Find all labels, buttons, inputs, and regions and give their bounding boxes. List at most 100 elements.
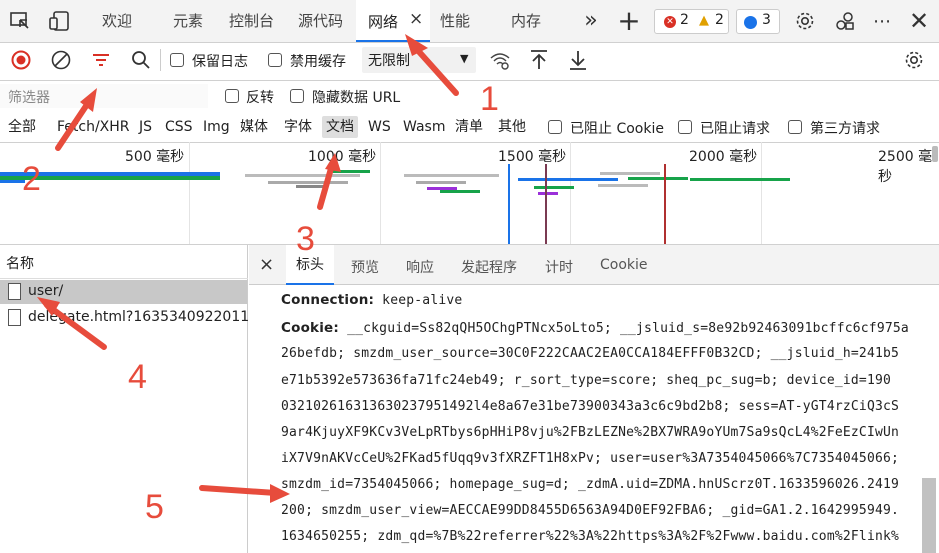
filter-icon[interactable]	[90, 49, 112, 71]
tick-label: 2000 毫秒	[689, 149, 758, 165]
divider	[0, 278, 248, 279]
more-tabs-icon[interactable]: »	[580, 8, 602, 33]
messages-badge[interactable]: 3	[736, 9, 780, 34]
error-icon: ✕	[664, 16, 676, 28]
header-value: __ckguid=Ss82qQH5OChgPTNcx5oLto5; __jslu…	[347, 321, 909, 336]
waterfall-bar	[268, 181, 348, 184]
throttle-value: 无限制	[368, 53, 410, 69]
third-party-checkbox[interactable]	[788, 120, 802, 134]
type-wasm[interactable]: Wasm	[403, 116, 445, 138]
add-tab-icon[interactable]: +	[617, 4, 641, 37]
header-value: keep-alive	[382, 293, 463, 308]
waterfall-bar	[534, 186, 574, 189]
name-column-header[interactable]: 名称	[6, 253, 34, 273]
divider	[160, 49, 161, 71]
type-js[interactable]: JS	[139, 116, 152, 138]
issues-badge[interactable]: ✕ 2 ▲ 2	[654, 9, 729, 34]
dom-content-loaded-marker	[508, 164, 510, 244]
waterfall-bar	[518, 178, 618, 181]
hide-data-urls-label: 隐藏数据 URL	[312, 90, 401, 106]
cookie-line: 1634650255; zdm_qd=%7B%22referrer%22%3A%…	[281, 529, 900, 544]
request-row-selected[interactable]: user/	[0, 280, 247, 304]
message-icon	[744, 16, 757, 29]
throttle-select[interactable]: 无限制 ▼	[362, 47, 476, 73]
network-settings-icon[interactable]	[903, 49, 925, 71]
type-css[interactable]: CSS	[165, 116, 193, 138]
message-count: 3	[762, 12, 771, 28]
detail-tab-response[interactable]: 响应	[406, 257, 434, 277]
tab-sources[interactable]: 源代码	[298, 0, 343, 42]
type-other[interactable]: 其他	[498, 116, 526, 138]
file-icon	[8, 309, 21, 326]
blocked-cookie-checkbox[interactable]	[548, 120, 562, 134]
waterfall-bar	[416, 181, 466, 184]
header-key: Cookie:	[281, 320, 340, 336]
tab-performance[interactable]: 性能	[440, 0, 470, 42]
network-conditions-icon[interactable]	[488, 49, 512, 71]
tab-console[interactable]: 控制台	[229, 0, 274, 42]
type-all[interactable]: 全部	[8, 116, 36, 138]
close-detail-icon[interactable]: ×	[259, 254, 274, 275]
import-har-icon[interactable]	[528, 48, 550, 72]
type-manifest[interactable]: 清单	[455, 116, 483, 138]
disable-cache-label: 禁用缓存	[290, 54, 346, 70]
cookie-line: e71b5392e573636fa71fc24eb49; r_sort_type…	[281, 373, 892, 388]
close-devtools-icon[interactable]: ✕	[907, 7, 931, 35]
tab-elements[interactable]: 元素	[173, 0, 203, 42]
annotation-number-4: 4	[128, 358, 147, 396]
header-key: Connection:	[281, 292, 375, 308]
customize-icon[interactable]	[833, 9, 857, 33]
inspect-icon[interactable]	[8, 9, 32, 33]
grid-line	[380, 142, 381, 244]
request-row[interactable]: delegate.html?1635340922011	[0, 306, 249, 330]
detail-tab-timing[interactable]: 计时	[545, 257, 573, 277]
header-connection: Connection: keep-alive	[281, 292, 462, 308]
detail-tab-cookie[interactable]: Cookie	[600, 257, 648, 273]
waterfall-bar	[296, 185, 326, 188]
waterfall-bar	[628, 177, 688, 180]
settings-icon[interactable]	[793, 9, 817, 33]
type-img[interactable]: Img	[203, 116, 230, 138]
detail-tab-initiator[interactable]: 发起程序	[461, 257, 517, 277]
waterfall-bar	[690, 178, 790, 181]
invert-checkbox[interactable]	[225, 89, 239, 103]
type-fetch-xhr[interactable]: Fetch/XHR	[57, 116, 130, 138]
blocked-request-checkbox[interactable]	[678, 120, 692, 134]
type-media[interactable]: 媒体	[240, 116, 268, 138]
search-icon[interactable]	[130, 49, 152, 71]
cookie-line: smzdm_id=7354045066; homepage_sug=d; _zd…	[281, 477, 900, 492]
filter-input-box[interactable]: 筛选器	[0, 84, 208, 108]
tab-welcome[interactable]: 欢迎	[102, 0, 132, 42]
tab-network-label: 网络	[368, 13, 399, 31]
close-tab-icon[interactable]: ×	[409, 9, 423, 29]
preserve-log-label: 保留日志	[192, 54, 248, 70]
warning-count: 2	[715, 12, 724, 28]
grid-line	[761, 142, 762, 244]
blocked-cookie-label: 已阻止 Cookie	[570, 121, 664, 137]
tab-memory[interactable]: 内存	[511, 0, 541, 42]
finish-marker	[664, 164, 666, 244]
chevron-down-icon: ▼	[460, 52, 469, 65]
hide-data-urls-checkbox[interactable]	[290, 89, 304, 103]
timeline-scrollbar[interactable]	[932, 146, 938, 162]
waterfall-bar	[598, 184, 648, 187]
clear-icon[interactable]	[50, 49, 72, 71]
record-icon[interactable]	[10, 49, 32, 71]
load-marker	[545, 164, 547, 244]
annotation-number-1: 1	[480, 80, 499, 118]
filter-input: 筛选器	[8, 90, 50, 106]
type-doc-active[interactable]: 文档	[322, 116, 358, 138]
annotation-number-5: 5	[145, 488, 164, 526]
preserve-log-checkbox[interactable]	[170, 53, 184, 67]
disable-cache-checkbox[interactable]	[268, 53, 282, 67]
type-font[interactable]: 字体	[284, 116, 312, 138]
waterfall-bar	[245, 174, 360, 177]
detail-scrollbar[interactable]	[922, 478, 936, 553]
export-har-icon[interactable]	[567, 48, 589, 72]
more-options-icon[interactable]: ⋯	[870, 9, 894, 33]
detail-tab-preview[interactable]: 预览	[351, 257, 379, 277]
device-toolbar-icon[interactable]	[48, 9, 72, 33]
tab-network[interactable]: 网络 ×	[356, 0, 430, 42]
file-icon	[8, 283, 21, 300]
type-ws[interactable]: WS	[368, 116, 391, 138]
